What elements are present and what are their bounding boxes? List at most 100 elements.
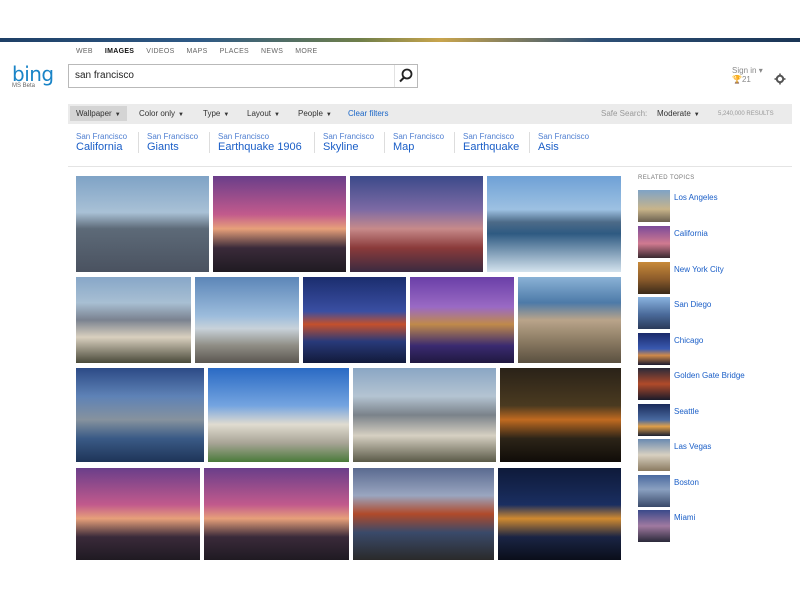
gear-icon bbox=[774, 73, 786, 85]
image-result[interactable] bbox=[208, 368, 349, 462]
topic-label: Boston bbox=[674, 478, 699, 487]
filter-color-label: Color only bbox=[139, 109, 176, 118]
related-search-term: Earthquake bbox=[463, 141, 520, 153]
topic-thumbnail bbox=[638, 475, 670, 507]
image-result[interactable] bbox=[76, 468, 200, 560]
related-search-item[interactable]: San Francisco Giants bbox=[138, 132, 198, 153]
image-result[interactable] bbox=[518, 277, 621, 363]
image-result[interactable] bbox=[498, 468, 621, 560]
topic-label: New York City bbox=[674, 265, 724, 274]
related-search-item[interactable]: San Francisco Map bbox=[384, 132, 444, 153]
topic-label: Los Angeles bbox=[674, 193, 718, 202]
nav-web[interactable]: WEB bbox=[76, 48, 93, 55]
filter-type[interactable]: Type ▼ bbox=[203, 109, 229, 118]
filter-wallpaper[interactable]: Wallpaper ▼ bbox=[70, 106, 127, 121]
sign-in-label: Sign in bbox=[732, 66, 757, 75]
related-search-item[interactable]: San Francisco Earthquake bbox=[454, 132, 519, 153]
topic-label: San Diego bbox=[674, 300, 712, 309]
topic-thumbnail bbox=[638, 510, 670, 542]
topic-label: Golden Gate Bridge bbox=[674, 371, 745, 380]
filter-type-label: Type bbox=[203, 109, 221, 118]
result-count: 5,240,000 RESULTS bbox=[718, 111, 774, 117]
image-result[interactable] bbox=[350, 176, 483, 272]
related-search-prefix: San Francisco bbox=[323, 132, 375, 141]
filter-bar: Wallpaper ▼ Color only ▼ Type ▼ Layout ▼ Peo… bbox=[68, 104, 792, 124]
related-search-prefix: San Francisco bbox=[463, 132, 515, 141]
rewards-points: 21 bbox=[741, 75, 751, 84]
image-result[interactable] bbox=[353, 468, 494, 560]
related-topic-item[interactable]: Golden Gate Bridge bbox=[638, 368, 788, 402]
filter-people[interactable]: People ▼ bbox=[298, 109, 332, 118]
settings-button[interactable] bbox=[774, 72, 786, 90]
topic-label: Seattle bbox=[674, 407, 699, 416]
filter-layout[interactable]: Layout ▼ bbox=[247, 109, 280, 118]
topic-thumbnail bbox=[638, 333, 670, 365]
nav-videos[interactable]: VIDEOS bbox=[146, 48, 174, 55]
safe-search-label: Safe Search: bbox=[601, 109, 648, 118]
topic-thumbnail bbox=[638, 226, 670, 258]
topic-label: Las Vegas bbox=[674, 442, 712, 451]
related-topic-item[interactable]: Los Angeles bbox=[638, 190, 788, 224]
chevron-down-icon: ▼ bbox=[223, 112, 230, 118]
related-search-prefix: San Francisco bbox=[218, 132, 270, 141]
image-result[interactable] bbox=[500, 368, 621, 462]
search-box[interactable]: san francisco bbox=[68, 64, 418, 88]
image-result[interactable] bbox=[76, 176, 209, 272]
related-searches: San Francisco California San Francisco Gia… bbox=[68, 130, 792, 164]
chevron-down-icon: ▼ bbox=[114, 112, 121, 118]
filter-layout-label: Layout bbox=[247, 109, 272, 118]
topic-thumbnail bbox=[638, 297, 670, 329]
chevron-down-icon: ▼ bbox=[325, 112, 332, 118]
related-topic-item[interactable]: California bbox=[638, 226, 788, 260]
topic-thumbnail bbox=[638, 190, 670, 222]
related-search-item[interactable]: San Francisco Skyline bbox=[314, 132, 374, 153]
related-topic-item[interactable]: New York City bbox=[638, 262, 788, 296]
related-topics-header: RELATED TOPICS bbox=[638, 175, 695, 181]
topic-thumbnail bbox=[638, 404, 670, 436]
related-search-item[interactable]: San Francisco Earthquake 1906 bbox=[209, 132, 302, 153]
nav-maps[interactable]: MAPS bbox=[187, 48, 208, 55]
clear-filters-link[interactable]: Clear filters bbox=[348, 109, 388, 118]
related-search-prefix: San Francisco bbox=[76, 132, 128, 141]
search-icon bbox=[399, 68, 413, 83]
image-result[interactable] bbox=[303, 277, 406, 363]
nav-places[interactable]: PLACES bbox=[220, 48, 249, 55]
related-topic-item[interactable]: Las Vegas bbox=[638, 439, 788, 473]
image-result[interactable] bbox=[410, 277, 514, 363]
image-result[interactable] bbox=[487, 176, 621, 272]
image-result[interactable] bbox=[353, 368, 496, 462]
trophy-icon: 🏆 bbox=[732, 75, 742, 84]
related-search-item[interactable]: San Francisco California bbox=[68, 132, 127, 153]
related-topic-item[interactable]: Boston bbox=[638, 475, 788, 509]
topic-thumbnail bbox=[638, 368, 670, 400]
safe-search-select[interactable]: Moderate ▼ bbox=[657, 109, 700, 118]
chevron-down-icon: ▼ bbox=[178, 112, 184, 118]
bing-logo[interactable]: bing MS Beta bbox=[12, 62, 54, 89]
divider bbox=[68, 166, 792, 167]
image-result[interactable] bbox=[213, 176, 346, 272]
related-search-item[interactable]: San Francisco Asis bbox=[529, 132, 589, 153]
nav-images[interactable]: IMAGES bbox=[105, 48, 134, 55]
image-result[interactable] bbox=[76, 277, 191, 363]
image-result[interactable] bbox=[195, 277, 299, 363]
search-input[interactable]: san francisco bbox=[75, 70, 134, 81]
related-topic-item[interactable]: Seattle bbox=[638, 404, 788, 438]
related-search-term: Asis bbox=[538, 141, 559, 153]
sign-in[interactable]: Sign in ▾ 🏆21 bbox=[732, 66, 763, 84]
filter-people-label: People bbox=[298, 109, 323, 118]
topic-thumbnail bbox=[638, 262, 670, 294]
top-banner bbox=[0, 38, 800, 42]
topic-thumbnail bbox=[638, 439, 670, 471]
related-search-prefix: San Francisco bbox=[147, 132, 199, 141]
search-button[interactable] bbox=[394, 65, 417, 87]
filter-wallpaper-label: Wallpaper bbox=[76, 109, 112, 118]
related-topic-item[interactable]: Miami bbox=[638, 510, 788, 544]
filter-color[interactable]: Color only ▼ bbox=[139, 109, 184, 118]
image-result[interactable] bbox=[76, 368, 204, 462]
nav-more[interactable]: MORE bbox=[295, 48, 317, 55]
image-result[interactable] bbox=[204, 468, 349, 560]
safe-search-value: Moderate bbox=[657, 109, 691, 118]
nav-news[interactable]: NEWS bbox=[261, 48, 283, 55]
related-topic-item[interactable]: San Diego bbox=[638, 297, 788, 331]
related-topic-item[interactable]: Chicago bbox=[638, 333, 788, 367]
